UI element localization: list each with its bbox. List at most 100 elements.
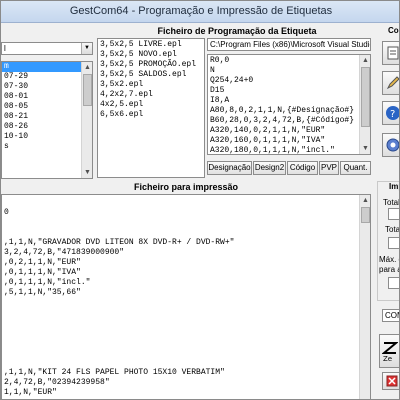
left-list-item[interactable]: 08-01 (2, 92, 92, 102)
print-section-title: Ficheiro para impressão (133, 182, 239, 192)
program-code-editor[interactable]: R0,0 N Q254,24+0 D15 I8,A A80,8,0,2,1,1,N,{#D… (207, 54, 371, 155)
scroll-up-icon[interactable]: ▲ (83, 63, 92, 72)
open-file-button[interactable] (382, 41, 399, 65)
scroll-up-icon[interactable]: ▲ (361, 56, 370, 65)
main-window: GestCom64 - Programação e Impressão de E… (0, 0, 400, 400)
code-line: A80,8,0,2,1,1,N,{#Designação#} (210, 106, 355, 115)
zebra-print-button[interactable]: Ze (379, 334, 399, 368)
total-label: Total (383, 198, 400, 207)
com-port-combo[interactable]: COM (382, 309, 399, 322)
left-list-item[interactable]: 08-26 (2, 122, 92, 132)
label-file-item[interactable]: 3,5x2,5 NOVO.epl (98, 50, 204, 60)
insert-quant-button[interactable]: Quant. (340, 161, 371, 175)
label-file-item[interactable]: 3,5x2,5 PROMOÇÃO.epl (98, 60, 204, 70)
left-list-item[interactable]: 08-05 (2, 102, 92, 112)
code-line: A320,180,0,1,1,1,N,"incl." (210, 146, 335, 155)
code-line: B60,28,0,3,2,4,72,B,{#Código#} (210, 116, 355, 125)
print-editor-scrollbar[interactable]: ▲ (359, 195, 370, 399)
print-line (2, 218, 370, 228)
help-icon: ? (386, 106, 399, 120)
com-port-value: COM (385, 311, 399, 320)
label-file-item[interactable]: 4x2,5.epl (98, 100, 204, 110)
left-list-item[interactable]: s (2, 142, 92, 152)
gear-icon (386, 138, 399, 152)
close-icon (386, 375, 397, 387)
code-line: N (210, 66, 215, 75)
print-line (2, 358, 370, 368)
settings-button[interactable] (382, 133, 399, 157)
print-line: 3,2,4,72,B,"471839000900" (4, 248, 125, 257)
print-group-title: Imp (389, 182, 399, 191)
close-button[interactable] (382, 372, 399, 390)
label-file-item[interactable]: 3,5x2,5 SALDOS.epl (98, 70, 204, 80)
print-line: ,0,1,1,1,N,"IVA" (4, 268, 81, 277)
max-label: Máx. d (379, 255, 399, 264)
total2-label: Tota (385, 225, 400, 234)
chevron-down-icon[interactable]: ▼ (81, 43, 92, 54)
max-input[interactable] (388, 277, 399, 289)
print-line (2, 228, 370, 238)
left-list-item[interactable]: m (2, 62, 92, 72)
label-file-list[interactable]: 3,5x2,5 LIVRE.epl 3,5x2,5 NOVO.epl 3,5x2,5… (97, 38, 205, 178)
file-path-field[interactable]: C:\Program Files (x86)\Microsoft Visual … (207, 38, 371, 51)
print-line (2, 328, 370, 338)
insert-designacao-button[interactable]: Designação (207, 161, 252, 175)
insert-pvp-button[interactable]: PVP (319, 161, 339, 175)
scroll-up-icon[interactable]: ▲ (361, 196, 370, 205)
right-panel-title: Co (388, 26, 399, 35)
help-button[interactable]: ? (382, 101, 399, 125)
insert-codigo-button[interactable]: Código (287, 161, 318, 175)
label-file-item[interactable]: 3,5x2,5 LIVRE.epl (98, 40, 204, 50)
print-line: 2,4,72,B,"02394239958" (4, 378, 110, 387)
insert-design2-button[interactable]: Design2 (253, 161, 286, 175)
print-line: 1,1,N,"EUR" (4, 388, 57, 397)
print-line: ,0,2,1,1,N,"EUR" (4, 258, 81, 267)
print-line: ,1,1,N,"KIT 24 FLS PAPEL PHOTO 15X10 VER… (4, 368, 225, 377)
print-line (2, 348, 370, 358)
code-line: D15 (210, 86, 225, 95)
print-line (2, 298, 370, 308)
svg-text:?: ? (390, 109, 395, 120)
total-input[interactable] (388, 208, 399, 220)
print-line (2, 318, 370, 328)
document-icon (387, 46, 399, 60)
scroll-down-icon[interactable]: ▼ (361, 144, 370, 153)
file-path-value: C:\Program Files (x86)\Microsoft Visual … (210, 40, 371, 49)
left-combo-value: l (4, 44, 6, 53)
zebra-logo-icon: Ze (382, 342, 398, 363)
title-bar: GestCom64 - Programação e Impressão de E… (1, 1, 399, 23)
print-line (2, 198, 370, 208)
code-line: A320,140,0,2,1,1,N,"EUR" (210, 126, 326, 135)
code-line: I8,A (210, 96, 230, 105)
left-list-scrollbar[interactable]: ▲ ▼ (81, 62, 92, 178)
print-line (2, 338, 370, 348)
scroll-thumb[interactable] (83, 74, 92, 106)
print-file-editor[interactable]: 0 ,1,1,N,"GRAVADOR DVD LITEON 8X DVD-R+ /… (1, 194, 371, 399)
total2-input[interactable] (388, 237, 399, 249)
label-file-item[interactable]: 3,5x2.epl (98, 80, 204, 90)
code-line: Q254,24+0 (210, 76, 254, 85)
pencil-icon (386, 76, 399, 90)
scroll-thumb[interactable] (361, 207, 370, 223)
left-list-item[interactable]: 07-29 (2, 72, 92, 82)
code-line: R0,0 (210, 56, 230, 65)
code-line: A320,160,0,1,1,1,N,"IVA" (210, 136, 326, 145)
scroll-down-icon[interactable]: ▼ (83, 168, 92, 177)
label-file-item[interactable]: 6,5x6.epl (98, 110, 204, 120)
left-combo[interactable]: l ▼ (1, 42, 93, 55)
max-label-line2: para a (379, 265, 400, 274)
left-list[interactable]: m 07-29 07-30 08-01 08-05 08-21 08-26 10-10 s ▲ … (1, 61, 93, 179)
scroll-thumb[interactable] (361, 67, 370, 127)
left-list-item[interactable]: 07-30 (2, 82, 92, 92)
edit-button[interactable] (382, 71, 399, 95)
code-editor-scrollbar[interactable]: ▲ ▼ (359, 55, 370, 154)
left-list-item[interactable]: 08-21 (2, 112, 92, 122)
left-list-item[interactable]: 10-10 (2, 132, 92, 142)
print-line: ,1,1,N,"GRAVADOR DVD LITEON 8X DVD-R+ / … (4, 238, 235, 247)
programming-section-title: Ficheiro de Programação da Etiqueta (157, 26, 317, 36)
zebra-text: Ze (383, 355, 392, 363)
label-file-item[interactable]: 4,2x2,7.epl (98, 90, 204, 100)
print-line (2, 308, 370, 318)
window-title: GestCom64 - Programação e Impressão de E… (69, 5, 333, 17)
print-line: ,0,1,1,1,N,"incl." (4, 278, 91, 287)
